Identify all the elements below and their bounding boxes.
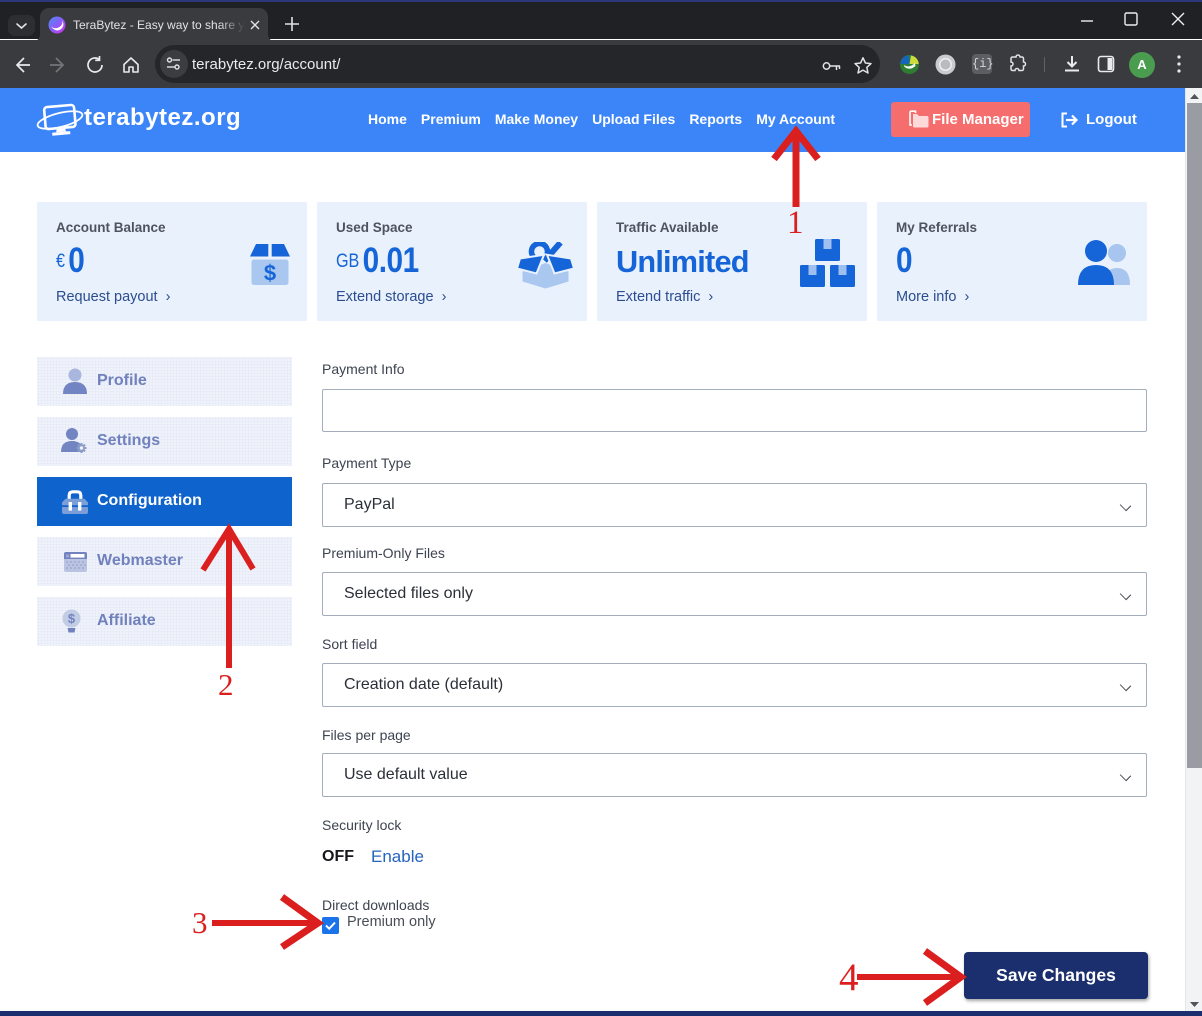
svg-text:$: $	[68, 611, 76, 626]
svg-text:$: $	[264, 261, 276, 286]
